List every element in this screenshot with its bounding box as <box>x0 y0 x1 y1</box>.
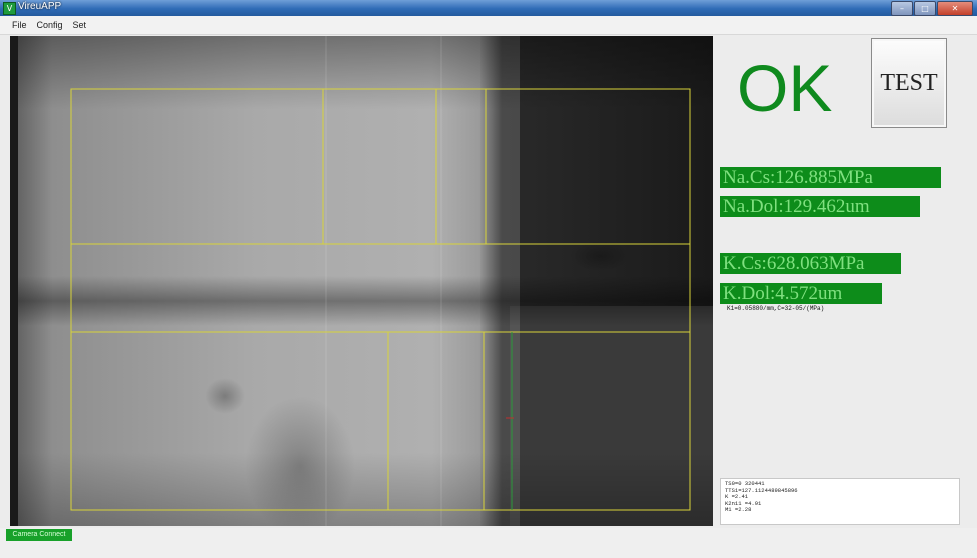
status-bar: Camera Connect <box>0 528 977 558</box>
log-line: M1 =2.28 <box>725 506 752 513</box>
menu-config[interactable]: Config <box>32 20 68 30</box>
camera-view[interactable] <box>10 36 713 526</box>
na-dol-value: Na.Dol:129.462um <box>720 196 920 217</box>
k-cs-value: K.Cs:628.063MPa <box>720 253 901 274</box>
maximize-button[interactable]: □ <box>914 1 936 16</box>
minimize-button[interactable]: – <box>891 1 913 16</box>
close-button[interactable]: ✕ <box>937 1 973 16</box>
app-window: V VireuAPP – □ ✕ File Config Set OK TEST… <box>0 0 977 558</box>
na-cs-value: Na.Cs:126.885MPa <box>720 167 941 188</box>
window-controls: – □ ✕ <box>891 1 973 16</box>
window-title: VireuAPP <box>18 1 62 12</box>
k-dol-value: K.Dol:4.572um <box>720 283 882 304</box>
app-icon: V <box>3 2 16 15</box>
menu-file[interactable]: File <box>0 20 32 30</box>
camera-image <box>10 36 713 526</box>
log-output[interactable]: TS0=0 320441 TTS1=127.1124489845896 K =2… <box>720 478 960 525</box>
test-button[interactable]: TEST <box>871 38 947 128</box>
title-bar: V VireuAPP – □ ✕ <box>0 0 977 16</box>
constants-note: K1=0.05880/mm,C=32-05/(MPa) <box>727 305 825 312</box>
result-status: OK <box>737 51 833 125</box>
menu-set[interactable]: Set <box>68 20 92 30</box>
camera-status-badge: Camera Connect <box>6 529 72 541</box>
menu-bar: File Config Set <box>0 16 977 35</box>
